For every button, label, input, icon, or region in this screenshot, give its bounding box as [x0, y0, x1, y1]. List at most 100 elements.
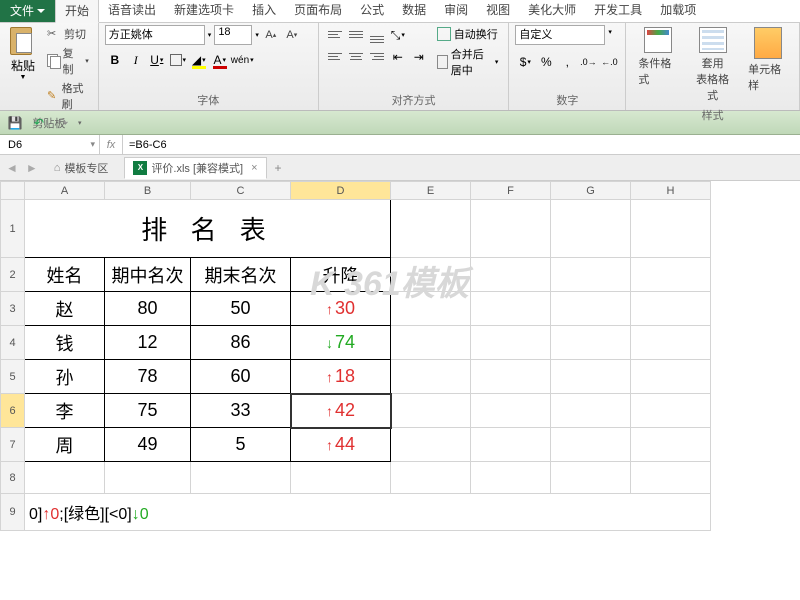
- table-title[interactable]: 排 名 表: [25, 200, 391, 258]
- cell-delta-4[interactable]: ↓74: [291, 326, 391, 360]
- cell-H[interactable]: [631, 428, 711, 462]
- col-header-D[interactable]: D: [291, 182, 391, 200]
- decrease-decimal-button[interactable]: ←.0: [599, 52, 619, 72]
- paste-button[interactable]: 粘贴 ▼: [6, 25, 40, 83]
- border-button[interactable]: ▾: [168, 50, 188, 70]
- font-size-select[interactable]: 18: [214, 25, 252, 45]
- percent-button[interactable]: %: [536, 52, 556, 72]
- cell-F[interactable]: [471, 200, 551, 258]
- cell-H[interactable]: [631, 200, 711, 258]
- cell-name-4[interactable]: 钱: [25, 326, 105, 360]
- undo-button[interactable]: ↶: [30, 114, 48, 132]
- increase-indent-button[interactable]: ⇥: [409, 47, 429, 67]
- font-family-select[interactable]: 方正姚体: [105, 25, 205, 45]
- align-top-button[interactable]: [325, 25, 345, 43]
- file-menu[interactable]: 文件: [0, 0, 55, 22]
- cell-G[interactable]: [551, 394, 631, 428]
- col-header-A[interactable]: A: [25, 182, 105, 200]
- cell-delta-6[interactable]: ↑42: [291, 394, 391, 428]
- ribbon-tab-10[interactable]: 开发工具: [585, 0, 651, 22]
- ribbon-tab-8[interactable]: 视图: [477, 0, 519, 22]
- cell-delta-3[interactable]: ↑30: [291, 292, 391, 326]
- cell-F[interactable]: [471, 360, 551, 394]
- cell-final-6[interactable]: 33: [191, 394, 291, 428]
- merge-center-button[interactable]: 合并后居中▾: [433, 45, 503, 79]
- row-header-6[interactable]: 6: [1, 394, 25, 428]
- cell-E[interactable]: [391, 258, 471, 292]
- tab-current-file[interactable]: X评价.xls [兼容模式]×: [124, 157, 266, 179]
- row-header-3[interactable]: 3: [1, 292, 25, 326]
- cell-H[interactable]: [631, 360, 711, 394]
- currency-button[interactable]: $▾: [515, 52, 535, 72]
- comma-button[interactable]: ,: [557, 52, 577, 72]
- row-header-2[interactable]: 2: [1, 258, 25, 292]
- cell-A[interactable]: [25, 462, 105, 494]
- cell-final-3[interactable]: 50: [191, 292, 291, 326]
- wrap-text-button[interactable]: 自动换行: [433, 25, 503, 43]
- phonetic-button[interactable]: wén▾: [231, 50, 254, 70]
- cell-name-7[interactable]: 周: [25, 428, 105, 462]
- align-center-button[interactable]: [346, 47, 366, 65]
- cell-E[interactable]: [391, 360, 471, 394]
- cut-button[interactable]: ✂剪切: [44, 25, 92, 43]
- cell-delta-7[interactable]: ↑44: [291, 428, 391, 462]
- cell-E[interactable]: [391, 292, 471, 326]
- align-left-button[interactable]: [325, 47, 345, 65]
- cell-F[interactable]: [471, 258, 551, 292]
- conditional-format-button[interactable]: 条件格式: [632, 25, 683, 89]
- ribbon-tab-9[interactable]: 美化大师: [519, 0, 585, 22]
- row-header-1[interactable]: 1: [1, 200, 25, 258]
- cell-G[interactable]: [551, 258, 631, 292]
- cell-G[interactable]: [551, 428, 631, 462]
- align-right-button[interactable]: [367, 47, 387, 65]
- row-header-4[interactable]: 4: [1, 326, 25, 360]
- cell-H[interactable]: [631, 258, 711, 292]
- cell-name-5[interactable]: 孙: [25, 360, 105, 394]
- increase-font-button[interactable]: A▴: [262, 26, 280, 44]
- ribbon-tab-1[interactable]: 语音读出: [99, 0, 165, 22]
- col-header-E[interactable]: E: [391, 182, 471, 200]
- fx-button[interactable]: fx: [100, 135, 122, 154]
- decrease-font-button[interactable]: A▾: [283, 26, 301, 44]
- ribbon-tab-4[interactable]: 页面布局: [285, 0, 351, 22]
- table-header-0[interactable]: 姓名: [25, 258, 105, 292]
- col-header-G[interactable]: G: [551, 182, 631, 200]
- cell-G[interactable]: [551, 292, 631, 326]
- ribbon-tab-11[interactable]: 加载项: [651, 0, 705, 22]
- format-painter-button[interactable]: ✎格式刷: [44, 79, 92, 113]
- cell-name-3[interactable]: 赵: [25, 292, 105, 326]
- col-header-H[interactable]: H: [631, 182, 711, 200]
- cell-delta-5[interactable]: ↑18: [291, 360, 391, 394]
- cell-F[interactable]: [471, 292, 551, 326]
- decrease-indent-button[interactable]: ⇤: [388, 47, 408, 67]
- row-header-8[interactable]: 8: [1, 462, 25, 494]
- cell-F[interactable]: [471, 394, 551, 428]
- cell-G[interactable]: [551, 326, 631, 360]
- col-header-C[interactable]: C: [191, 182, 291, 200]
- nav-back-button[interactable]: ◄: [6, 161, 18, 175]
- cell-styles-button[interactable]: 单元格样: [742, 25, 793, 95]
- cell-name-6[interactable]: 李: [25, 394, 105, 428]
- col-header-B[interactable]: B: [105, 182, 191, 200]
- cell-H[interactable]: [631, 292, 711, 326]
- cell-F[interactable]: [471, 428, 551, 462]
- cell-mid-7[interactable]: 49: [105, 428, 191, 462]
- orientation-button[interactable]: ⤡▾: [388, 25, 408, 45]
- cell-final-4[interactable]: 86: [191, 326, 291, 360]
- copy-button[interactable]: 复制▾: [44, 44, 92, 78]
- increase-decimal-button[interactable]: .0→: [578, 52, 598, 72]
- new-tab-button[interactable]: +: [275, 161, 282, 175]
- cell-H[interactable]: [631, 326, 711, 360]
- select-all-corner[interactable]: [1, 182, 25, 200]
- col-header-F[interactable]: F: [471, 182, 551, 200]
- ribbon-tab-3[interactable]: 插入: [243, 0, 285, 22]
- cell-H[interactable]: [631, 394, 711, 428]
- table-header-2[interactable]: 期末名次: [191, 258, 291, 292]
- table-header-3[interactable]: 升降: [291, 258, 391, 292]
- redo-button[interactable]: ↷: [54, 114, 72, 132]
- name-box[interactable]: D6: [0, 135, 100, 154]
- cell-final-5[interactable]: 60: [191, 360, 291, 394]
- cell-H[interactable]: [631, 462, 711, 494]
- cell-E[interactable]: [391, 326, 471, 360]
- format-code-cell[interactable]: 0]↑0;[绿色][<0]↓0: [25, 494, 711, 531]
